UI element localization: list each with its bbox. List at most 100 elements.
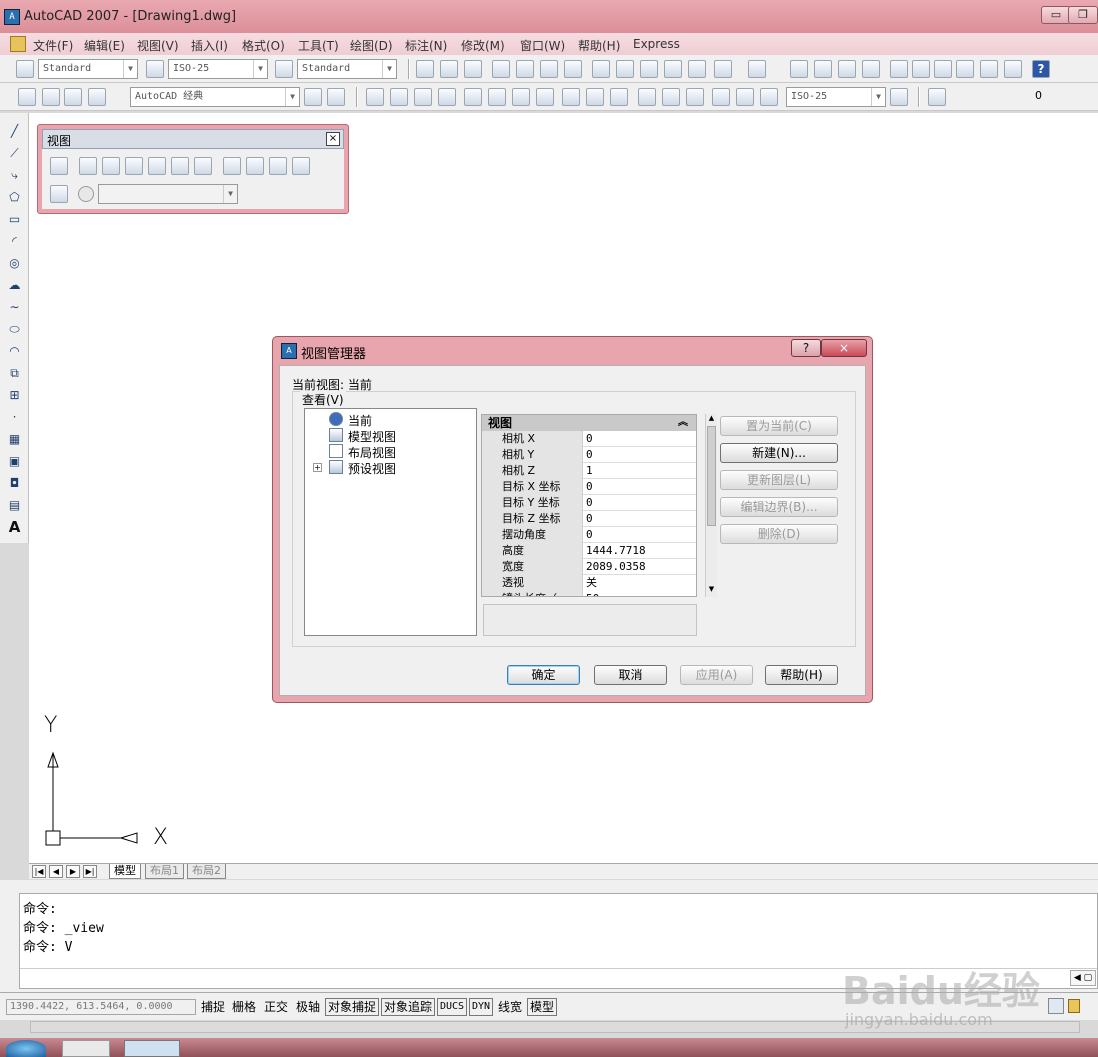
property-row[interactable]: 镜头长度（50 (482, 591, 696, 596)
arc-icon[interactable]: ◜ (6, 233, 23, 249)
publish-icon[interactable] (540, 60, 558, 78)
zoom-previous-icon[interactable] (862, 60, 880, 78)
property-value[interactable]: 1444.7718 (582, 543, 696, 559)
save-icon[interactable] (464, 60, 482, 78)
paste-icon[interactable] (640, 60, 658, 78)
markup-icon[interactable] (980, 60, 998, 78)
property-row[interactable]: 目标 X 坐标 0 (482, 479, 696, 495)
update-layers-button[interactable]: 更新图层(L) (720, 470, 838, 490)
view-tree[interactable]: 当前 模型视图 布局视图 + 预设视图 (304, 408, 477, 636)
property-value[interactable]: 0 (582, 447, 696, 463)
construction-line-icon[interactable]: ⟋ (6, 145, 23, 161)
new-icon[interactable] (416, 60, 434, 78)
dim-update-icon[interactable] (760, 88, 778, 106)
apply-button[interactable]: 应用(A) (680, 665, 753, 685)
property-value[interactable]: 0 (582, 511, 696, 527)
workspace-icon[interactable] (18, 88, 36, 106)
continue-dim-icon[interactable] (610, 88, 628, 106)
property-value[interactable]: 50 (582, 591, 696, 596)
rectangle-icon[interactable]: ▭ (6, 211, 23, 227)
dialog-help-button[interactable]: ? (791, 339, 821, 357)
undo-icon[interactable] (714, 60, 732, 78)
view-nav-icon[interactable] (78, 186, 94, 202)
gradient-icon[interactable]: ▣ (6, 453, 23, 469)
polygon-icon[interactable]: ⬠ (6, 189, 23, 205)
dim-text-edit-icon[interactable] (736, 88, 754, 106)
menu-draw[interactable]: 绘图(D) (350, 37, 393, 54)
bottom-view-icon[interactable] (102, 157, 120, 175)
se-iso-icon[interactable] (246, 157, 264, 175)
prev-tab-icon[interactable]: ◀ (49, 865, 63, 878)
tab-layout1[interactable]: 布局1 (145, 864, 184, 879)
right-view-icon[interactable] (148, 157, 166, 175)
linear-dim-icon[interactable] (366, 88, 384, 106)
property-value[interactable]: 2089.0358 (582, 559, 696, 575)
minimize-button[interactable]: ▭ (1041, 6, 1071, 24)
view-toolbar-close-icon[interactable]: × (326, 132, 340, 146)
scroll-thumb[interactable] (707, 426, 716, 526)
communication-center-icon[interactable] (1048, 998, 1064, 1014)
polar-toggle[interactable]: 极轴 (293, 998, 323, 1016)
command-scroll-icon[interactable]: ◀ ▢ (1070, 970, 1096, 986)
help-icon[interactable]: ? (1032, 60, 1050, 78)
properties-scrollbar[interactable]: ▲ ▼ (705, 414, 717, 597)
lineweight-toggle[interactable]: 线宽 (495, 998, 525, 1016)
workspace-select[interactable]: AutoCAD 经典 ▼ (130, 87, 300, 107)
copy-icon[interactable] (616, 60, 634, 78)
sw-iso-icon[interactable] (223, 157, 241, 175)
center-mark-icon[interactable] (686, 88, 704, 106)
table-icon[interactable]: ▤ (6, 497, 23, 513)
property-value[interactable]: 关 (582, 575, 696, 591)
table-style-select[interactable]: Standard ▼ (297, 59, 397, 79)
workspace-icon2[interactable] (327, 88, 345, 106)
menu-window[interactable]: 窗口(W) (520, 37, 565, 54)
tab-layout2[interactable]: 布局2 (187, 864, 226, 879)
tree-item-model-views[interactable]: 模型视图 (348, 428, 396, 445)
camera-icon[interactable] (50, 185, 68, 203)
delete-button[interactable]: 删除(D) (720, 524, 838, 544)
property-row[interactable]: 相机 Z1 (482, 463, 696, 479)
menu-format[interactable]: 格式(O) (242, 37, 285, 54)
plot-icon[interactable] (492, 60, 510, 78)
quick-leader-icon[interactable] (638, 88, 656, 106)
tool-palettes-icon[interactable] (934, 60, 952, 78)
ducs-toggle[interactable]: DUCS (437, 998, 468, 1016)
3d-dwf-icon[interactable] (564, 60, 582, 78)
aligned-dim-icon[interactable] (390, 88, 408, 106)
pan-icon[interactable] (790, 60, 808, 78)
model-toggle[interactable]: 模型 (527, 998, 558, 1016)
nw-iso-icon[interactable] (292, 157, 310, 175)
baseline-dim-icon[interactable] (586, 88, 604, 106)
current-layer-name[interactable]: 0 (1035, 89, 1042, 102)
menu-modify[interactable]: 修改(M) (461, 37, 505, 54)
menu-edit[interactable]: 编辑(E) (84, 37, 125, 54)
quick-dim-icon[interactable] (562, 88, 580, 106)
document-icon[interactable] (10, 36, 26, 52)
workspace-settings-icon[interactable] (42, 88, 60, 106)
diameter-dim-icon[interactable] (512, 88, 530, 106)
tolerance-icon[interactable] (662, 88, 680, 106)
dim-style-icon[interactable] (146, 60, 164, 78)
scroll-down-icon[interactable]: ▼ (707, 585, 716, 595)
menu-help[interactable]: 帮助(H) (578, 37, 620, 54)
property-row[interactable]: 透视关 (482, 575, 696, 591)
taskbar-app-browser-icon[interactable] (62, 1040, 110, 1057)
taskbar-app-autocad-icon[interactable] (124, 1040, 180, 1057)
table-style-icon[interactable] (275, 60, 293, 78)
jogged-dim-icon[interactable] (488, 88, 506, 106)
menu-view[interactable]: 视图(V) (137, 37, 179, 54)
dim-edit-icon[interactable] (712, 88, 730, 106)
new-view-button[interactable]: 新建(N)... (720, 443, 838, 463)
property-row[interactable]: 高度 1444.7718 (482, 543, 696, 559)
property-value[interactable]: 0 (582, 431, 696, 447)
region-icon[interactable]: ◘ (6, 475, 23, 491)
point-icon[interactable]: · (6, 409, 23, 425)
cut-icon[interactable] (592, 60, 610, 78)
multiline-text-icon[interactable]: A (6, 519, 23, 535)
revision-cloud-icon[interactable]: ☁ (6, 277, 23, 293)
restore-button[interactable]: ❐ (1068, 6, 1098, 24)
polyline-icon[interactable]: ⤷ (6, 167, 23, 183)
workspace-custom-icon[interactable] (88, 88, 106, 106)
property-row[interactable]: 相机 X0 (482, 431, 696, 447)
properties-header[interactable]: 视图 ︽ (482, 415, 696, 431)
